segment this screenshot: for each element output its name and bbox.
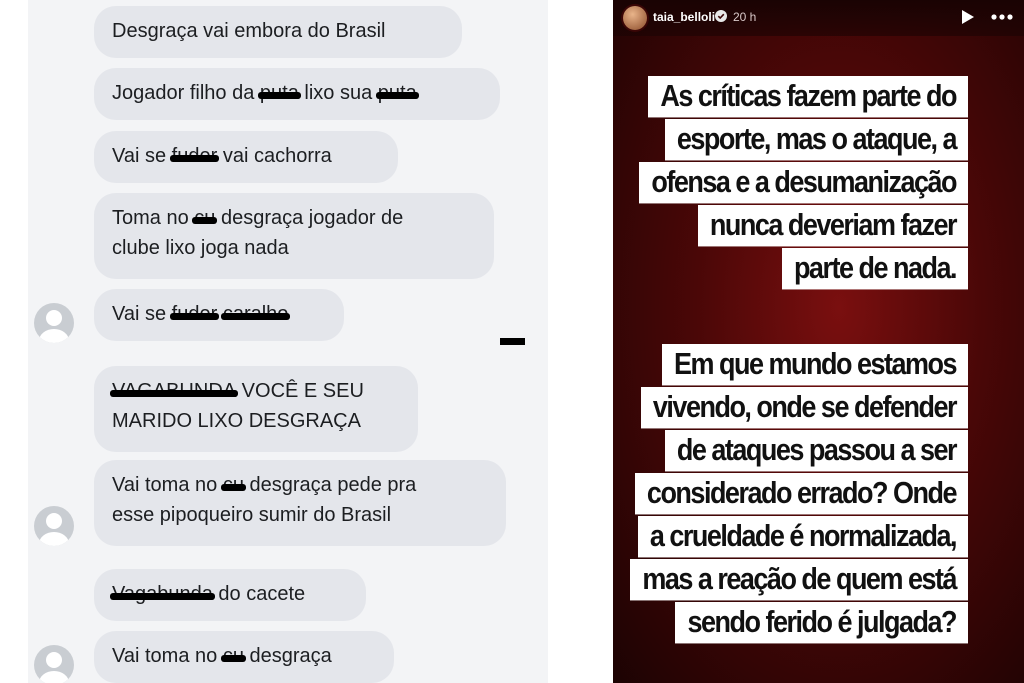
story-text-line: Em que mundo estamos — [661, 344, 968, 386]
message-text: do cacete — [212, 583, 306, 605]
message-text: desgraça jogador de — [215, 207, 404, 229]
story-text-line: esporte, mas o ataque, a — [664, 119, 968, 161]
instagram-story[interactable]: taia_belloli 20 h As críticas fazem part… — [613, 0, 1024, 683]
message-text: lixo sua — [298, 82, 378, 104]
message-bubble: Vagabunda do cacete — [94, 569, 366, 621]
message-bubble: Vai se fuder vai cachorra — [94, 131, 398, 183]
message-text: desgraça — [243, 645, 332, 667]
more-icon[interactable] — [991, 14, 1013, 20]
story-username[interactable]: taia_belloli — [653, 10, 715, 24]
play-icon[interactable] — [961, 9, 975, 25]
story-text-line: a crueldade é normalizada, — [637, 516, 968, 558]
message-text: esse pipoqueiro sumir do Brasil — [112, 504, 392, 526]
story-text-line: nunca deveriam fazer — [697, 205, 968, 247]
censored-word: puta — [375, 78, 419, 108]
message-bubble: Toma no cu desgraça jogador de clube lix… — [94, 193, 494, 279]
story-text-line: vivendo, onde se defender — [640, 387, 968, 429]
message-text: Desgraça vai embora do Brasil — [112, 20, 386, 42]
story-text-line: de ataques passou a ser — [664, 430, 968, 472]
message-bubble: Vai se fuder caralho — [94, 289, 344, 341]
censored-word: Vagabunda — [110, 579, 215, 609]
message-bubble: Vai toma no cu desgraça — [94, 631, 394, 683]
avatar[interactable] — [34, 303, 74, 343]
message-text: clube lixo joga nada — [112, 237, 289, 259]
message-text: vai cachorra — [217, 145, 332, 167]
censored-word: fuder — [169, 141, 219, 171]
avatar[interactable] — [34, 506, 74, 546]
story-text-line: ofensa e a desumanização — [639, 162, 968, 204]
message-text: Toma no — [112, 207, 195, 229]
censored-word: fuder — [169, 299, 219, 329]
message-thread: Desgraça vai embora do Brasil Jogador fi… — [28, 0, 548, 683]
avatar[interactable] — [34, 645, 74, 683]
message-bubble: Jogador filho da puta lixo sua puta — [94, 68, 500, 120]
story-time: 20 h — [733, 10, 757, 24]
message-text: Jogador filho da — [112, 82, 260, 104]
message-text: Vai se — [112, 303, 172, 325]
message-text: Vai se — [112, 145, 172, 167]
verified-badge-icon — [715, 10, 727, 22]
censored-word: cu — [220, 641, 247, 671]
message-bubble: VAGABUNDA VOCÊ E SEU MARIDO LIXO DESGRAÇ… — [94, 366, 418, 452]
story-text-line: sendo ferido é julgada? — [675, 602, 968, 644]
message-text: Vai toma no — [112, 474, 223, 496]
censored-word: cu — [192, 203, 218, 233]
censored-word: VAGABUNDA — [109, 376, 239, 406]
message-text: VOCÊ E SEU — [236, 380, 364, 402]
story-text-line: As críticas fazem parte do — [648, 76, 968, 118]
message-text: MARIDO LIXO DESGRAÇA — [112, 410, 361, 432]
message-bubble: Vai toma no cu desgraça pede pra esse pi… — [94, 460, 506, 546]
censored-word: caralho — [220, 299, 291, 329]
message-bubble: Desgraça vai embora do Brasil — [94, 6, 462, 58]
story-avatar[interactable] — [623, 6, 647, 30]
message-text: Vai toma no — [112, 645, 223, 667]
censored-word: puta — [257, 78, 301, 108]
censored-word: cu — [220, 470, 247, 500]
message-text: desgraça pede pra — [243, 474, 417, 496]
story-header: taia_belloli 20 h — [613, 0, 1024, 36]
story-text-line: considerado errado? Onde — [634, 473, 968, 515]
story-text-line: parte de nada. — [781, 248, 968, 290]
separator-dash — [500, 338, 525, 345]
story-text-line: mas a reação de quem está — [630, 559, 968, 601]
